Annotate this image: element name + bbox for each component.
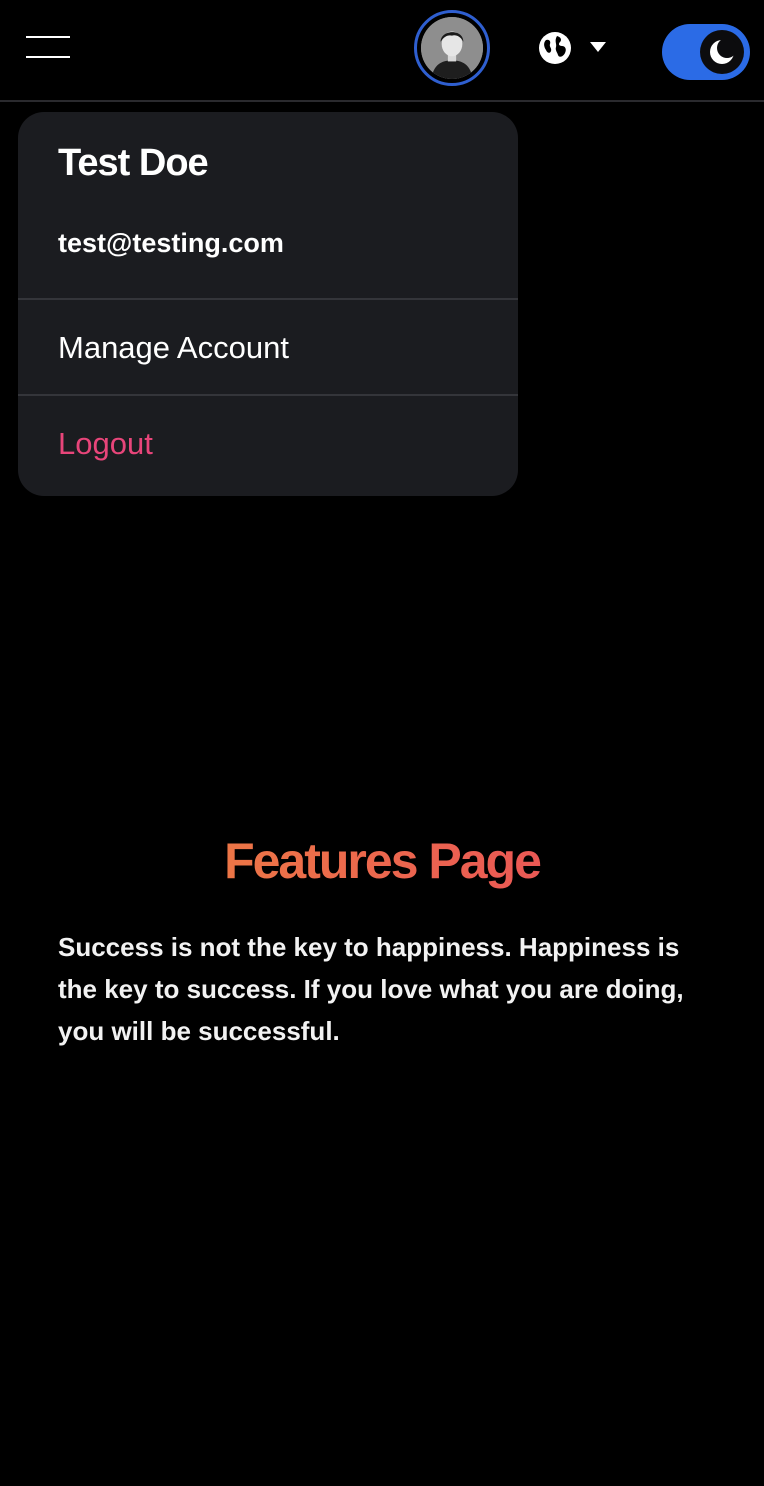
logout-label: Logout <box>58 426 153 461</box>
account-dropdown: Test Doe test@testing.com Manage Account… <box>18 112 518 496</box>
toggle-knob <box>700 30 744 74</box>
moon-icon <box>710 38 736 64</box>
hamburger-line <box>26 36 70 38</box>
globe-icon <box>539 32 571 64</box>
manage-account-label: Manage Account <box>58 330 289 365</box>
user-email: test@testing.com <box>58 228 284 258</box>
user-avatar-icon <box>421 17 483 79</box>
user-avatar-button[interactable] <box>414 10 490 86</box>
page-title: Features Page <box>0 832 764 890</box>
manage-account-item[interactable]: Manage Account <box>18 300 518 396</box>
caret-down-icon <box>590 42 606 52</box>
top-navbar <box>0 0 764 102</box>
hamburger-menu-icon[interactable] <box>26 36 70 60</box>
theme-toggle[interactable] <box>662 24 750 80</box>
hamburger-line <box>26 56 70 58</box>
logout-item[interactable]: Logout <box>18 396 518 492</box>
language-selector[interactable] <box>538 30 612 66</box>
quote-text: Success is not the key to happiness. Hap… <box>58 932 684 1046</box>
account-user-info: Test Doe test@testing.com <box>18 112 518 300</box>
user-name: Test Doe <box>58 142 209 184</box>
page: Test Doe test@testing.com Manage Account… <box>0 0 764 1486</box>
